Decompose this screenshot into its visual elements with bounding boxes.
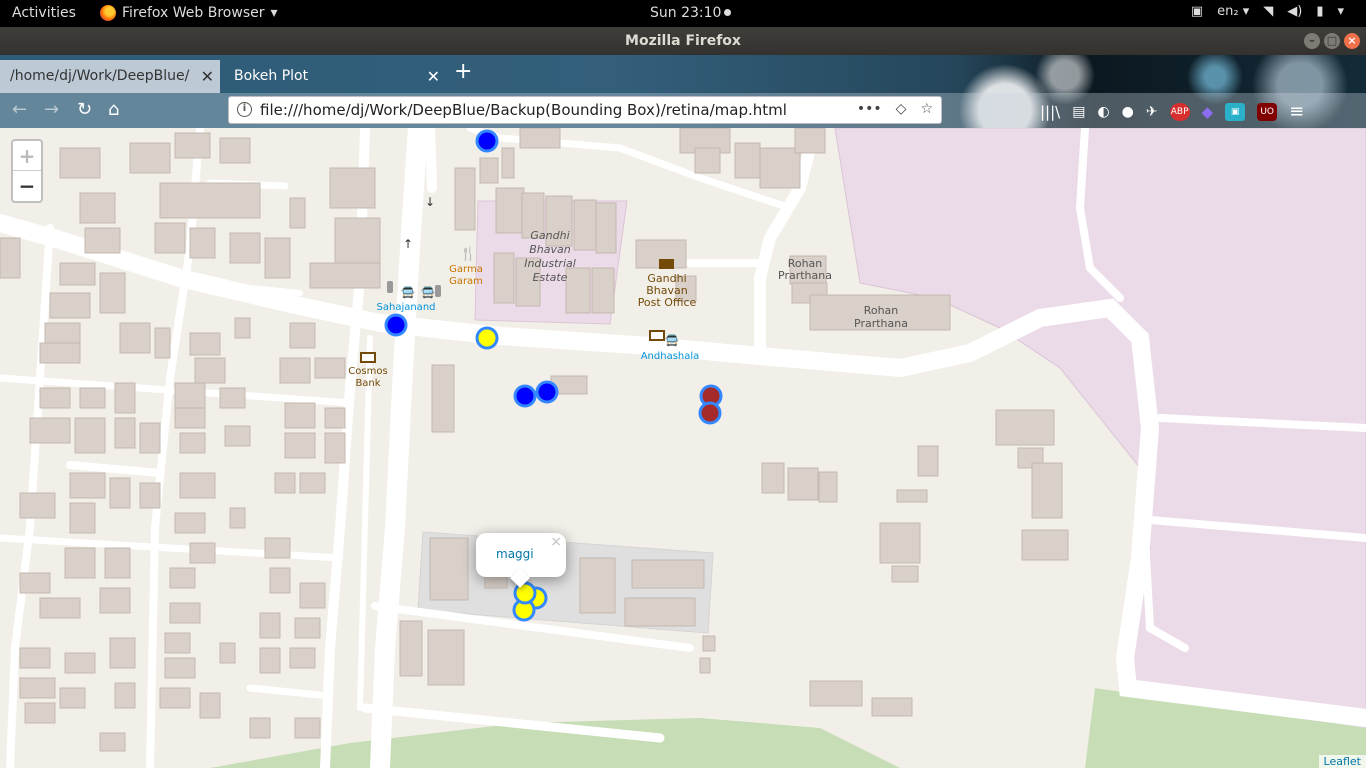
marker-popup: × maggi (476, 533, 566, 588)
map-attribution: Leaflet (1318, 755, 1366, 768)
svg-text:↓: ↓ (425, 195, 435, 209)
svg-text:🚍: 🚍 (421, 286, 435, 299)
label-post-office: Post Office (638, 296, 697, 309)
tab-map-html[interactable]: /home/dj/Work/DeepBlue/ ✕ (0, 60, 220, 93)
svg-text:↑: ↑ (403, 237, 413, 251)
system-top-bar: Activities Firefox Web Browser ▾ Sun 23:… (0, 0, 1366, 27)
app-menu[interactable]: Firefox Web Browser ▾ (100, 5, 278, 21)
keyboard-layout-label: en₂ (1217, 4, 1239, 19)
window-title-bar: Mozilla Firefox – □ × (0, 27, 1366, 55)
maximize-button[interactable]: □ (1324, 33, 1340, 49)
label-gandhi-estate: Gandhi (530, 229, 569, 242)
navigation-toolbar: ← → ↻ ⌂ i file:///home/dj/Work/DeepBlue/… (0, 93, 1366, 128)
tab-bokeh-plot[interactable]: Bokeh Plot ✕ (224, 60, 446, 93)
browser-chrome: /home/dj/Work/DeepBlue/ ✕ Bokeh Plot ✕ +… (0, 55, 1366, 128)
popup-close-button[interactable]: × (550, 534, 562, 550)
label-gandhi-estate: Industrial (524, 257, 576, 270)
label-rohan-prarthana: Prarthana (778, 269, 832, 282)
page-actions-icon[interactable]: ••• (857, 101, 882, 117)
reload-icon[interactable]: ↻ (77, 99, 92, 120)
volume-icon[interactable]: ◀) (1287, 4, 1302, 19)
url-text[interactable]: file:///home/dj/Work/DeepBlue/Backup(Bou… (260, 101, 787, 119)
bookmark-star-icon[interactable]: ☆ (920, 101, 933, 117)
new-tab-button[interactable]: + (454, 59, 472, 84)
info-icon[interactable]: i (237, 102, 252, 117)
label-gandhi-estate: Estate (533, 271, 568, 284)
tab-label: Bokeh Plot (234, 68, 309, 84)
label-cosmos-bank: Cosmos (348, 366, 387, 377)
forward-arrow-icon[interactable]: → (44, 99, 59, 120)
dark-reader-icon[interactable]: ◐ (1097, 104, 1109, 120)
svg-text:🚍: 🚍 (401, 286, 415, 299)
tab-label: /home/dj/Work/DeepBlue/ (10, 68, 190, 84)
map-marker-blue[interactable] (384, 313, 408, 337)
zoom-out-button[interactable]: − (13, 171, 41, 201)
label-andhashala: Andhashala (641, 351, 700, 362)
chevron-down-icon: ▾ (270, 5, 278, 21)
label-rohan-prarthana: Prarthana (854, 317, 908, 330)
back-arrow-icon[interactable]: ← (12, 99, 27, 120)
map-marker-red[interactable] (698, 401, 722, 425)
map-marker-blue[interactable] (475, 129, 499, 153)
close-tab-icon[interactable]: ✕ (427, 60, 440, 93)
window-title: Mozilla Firefox (625, 33, 741, 49)
map-marker-blue[interactable] (535, 380, 559, 404)
adblock-plus-icon[interactable]: ABP (1169, 102, 1190, 121)
label-cosmos-bank: Bank (355, 378, 380, 389)
map-marker-blue[interactable] (513, 384, 537, 408)
url-bar[interactable]: i file:///home/dj/Work/DeepBlue/Backup(B… (228, 96, 942, 124)
activities-button[interactable]: Activities (12, 5, 76, 21)
system-tray[interactable]: ▣ en₂ ▾ ◥ ◀) ▮ ▾ (1191, 4, 1344, 19)
map-tiles[interactable]: ↑ ↓ 🚍 🚍 🚍 🍴 Gandhi Bhavan Industrial Est… (0, 128, 1366, 768)
zoom-control: + − (11, 139, 43, 203)
library-icon[interactable]: |||\ (1040, 103, 1060, 121)
toolbar-extensions: |||\ ▤ ◐ ● ✈ ABP ◆ ▣ UO ≡ (1040, 101, 1304, 122)
ublock-origin-icon[interactable]: UO (1257, 102, 1278, 121)
map-marker-yellow[interactable] (475, 326, 499, 350)
svg-text:🚍: 🚍 (665, 334, 679, 347)
label-garma-garam: Garam (449, 276, 483, 287)
leaflet-map[interactable]: ↑ ↓ 🚍 🚍 🚍 🍴 Gandhi Bhavan Industrial Est… (0, 128, 1366, 768)
extension-icon[interactable]: ✈ (1146, 104, 1158, 120)
extension-icon[interactable]: ◆ (1202, 103, 1214, 121)
extension-icon[interactable]: ● (1122, 104, 1134, 120)
hamburger-menu-icon[interactable]: ≡ (1289, 101, 1304, 122)
clock-text: Sun 23:10 (650, 5, 722, 21)
clock[interactable]: Sun 23:10 (650, 5, 732, 21)
window-controls: – □ × (1304, 33, 1360, 49)
leaflet-link[interactable]: Leaflet (1324, 755, 1361, 768)
label-rohan-prarthana: Rohan (864, 304, 899, 317)
pocket-icon[interactable]: ◇ (896, 101, 907, 117)
svg-text:🍴: 🍴 (460, 246, 476, 262)
close-tab-icon[interactable]: ✕ (201, 60, 214, 93)
popup-text: maggi (496, 547, 534, 561)
zoom-in-button[interactable]: + (13, 141, 41, 171)
app-menu-label: Firefox Web Browser (122, 5, 265, 21)
label-gandhi-estate: Bhavan (529, 243, 571, 256)
home-icon[interactable]: ⌂ (108, 99, 119, 120)
label-garma-garam: Garma (449, 264, 483, 275)
notification-dot-icon (724, 9, 732, 16)
screenshot-icon[interactable]: ▣ (1225, 102, 1246, 121)
keyboard-layout[interactable]: en₂ ▾ (1217, 4, 1249, 19)
wifi-icon[interactable]: ◥ (1263, 4, 1273, 19)
label-sahajanand: Sahajanand (377, 302, 436, 313)
sidebar-icon[interactable]: ▤ (1072, 104, 1085, 120)
screen-icon[interactable]: ▣ (1191, 4, 1203, 19)
firefox-icon (100, 5, 116, 21)
minimize-button[interactable]: – (1304, 33, 1320, 49)
chevron-down-icon[interactable]: ▾ (1337, 4, 1344, 19)
close-window-button[interactable]: × (1344, 33, 1360, 49)
battery-icon[interactable]: ▮ (1316, 4, 1323, 19)
